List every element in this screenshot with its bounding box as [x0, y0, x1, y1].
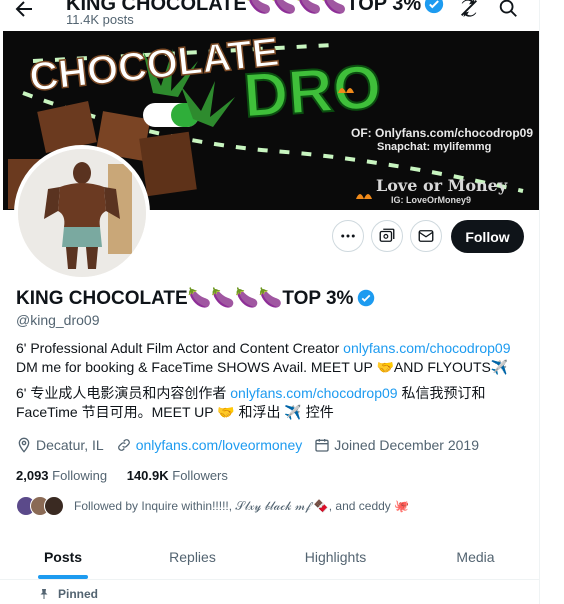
- website-item: onlyfans.com/loveormoney: [116, 437, 303, 453]
- bio-line-2: DM me for booking & FaceTime SHOWS Avail…: [16, 359, 509, 375]
- profile-tabs: Posts Replies Highlights Media: [0, 535, 539, 580]
- avatar[interactable]: [14, 145, 150, 281]
- top-bar: KING CHOCOLATE🍆🍆🍆🍆TOP 3% 11.4K posts: [0, 0, 539, 31]
- pin-icon: [40, 589, 48, 599]
- subscribe-button[interactable]: [371, 220, 403, 252]
- bio-line-4: FaceTime 节目可用。MEET UP 🤝 和浮出 ✈️ 控件: [16, 404, 334, 420]
- tab-media[interactable]: Media: [412, 535, 539, 579]
- followers-link[interactable]: 140.9K Followers: [127, 468, 228, 483]
- followed-by[interactable]: Followed by Inquire within!!!!!, 𝒮𝓁𝓍𝓎 𝒷𝓁…: [16, 496, 409, 516]
- profile-stats: 2,093 Following 140.9K Followers: [16, 468, 228, 483]
- follow-button[interactable]: Follow: [451, 220, 524, 253]
- calendar-icon: [315, 439, 329, 452]
- message-button[interactable]: [410, 220, 442, 252]
- location-item: Decatur, IL: [16, 437, 104, 453]
- more-icon: [341, 234, 355, 238]
- tab-posts[interactable]: Posts: [0, 535, 126, 579]
- banner-headline-right: DRO: [241, 53, 383, 131]
- location-icon: [18, 437, 30, 453]
- banner-snapchat-text: Snapchat: mylifemmg: [377, 141, 492, 153]
- verified-icon[interactable]: [357, 289, 375, 307]
- search-icon[interactable]: [497, 0, 519, 19]
- profile-name: KING CHOCOLATE🍆🍆🍆🍆TOP 3%: [16, 286, 375, 310]
- followers-count: 140.9K: [126, 468, 169, 483]
- bio-line-3-text: 6' 专业成人电影演员和内容创作者: [16, 385, 231, 401]
- pinned-label: Pinned: [38, 587, 98, 601]
- bio-onlyfans-link[interactable]: onlyfans.com/chocodrop09: [343, 340, 510, 356]
- tab-highlights[interactable]: Highlights: [259, 535, 412, 579]
- banner-ig-text: IG: LoveOrMoney9: [391, 195, 472, 205]
- following-count: 2,093: [16, 468, 49, 483]
- bio-line-1-text: 6' Professional Adult Film Actor and Con…: [16, 340, 344, 356]
- message-icon: [418, 230, 434, 242]
- following-label: Following: [52, 468, 108, 483]
- followers-label: Followers: [172, 468, 228, 483]
- more-button[interactable]: [332, 220, 364, 252]
- subscribe-icon: [379, 228, 395, 242]
- profile-handle: @king_dro09: [16, 312, 100, 328]
- bio-line-1: 6' Professional Adult Film Actor and Con…: [16, 340, 511, 356]
- banner-love-text: Love or Money: [376, 176, 508, 195]
- profile-column: KING CHOCOLATE🍆🍆🍆🍆TOP 3% 11.4K posts CHO…: [0, 0, 540, 604]
- pinned-text: Pinned: [58, 587, 99, 601]
- bio-onlyfans-link-2[interactable]: onlyfans.com/chocodrop09: [230, 385, 397, 401]
- website-link[interactable]: onlyfans.com/loveormoney: [136, 437, 303, 453]
- follower-avatar: [44, 496, 64, 516]
- link-icon: [117, 439, 130, 451]
- no-notification-icon[interactable]: [458, 0, 480, 19]
- joined-text: Joined December 2019: [334, 437, 479, 453]
- following-link[interactable]: 2,093 Following: [16, 468, 107, 483]
- post-count: 11.4K posts: [66, 12, 134, 27]
- verified-icon: [425, 0, 444, 13]
- profile-meta: Decatur, IL onlyfans.com/loveormoney Joi…: [16, 437, 491, 453]
- profile-name-text: KING CHOCOLATE🍆🍆🍆🍆TOP 3%: [16, 288, 354, 309]
- bio-line-3-tail: 私信我预订和: [397, 385, 486, 401]
- banner-onlyfans-text: OF: Onlyfans.com/chocodrop09: [351, 126, 534, 140]
- bio-line-3: 6' 专业成人电影演员和内容创作者 onlyfans.com/chocodrop…: [16, 383, 485, 403]
- back-arrow-icon[interactable]: [12, 0, 36, 21]
- location-text: Decatur, IL: [36, 437, 104, 453]
- active-tab-indicator: [38, 575, 88, 579]
- tab-replies[interactable]: Replies: [126, 535, 259, 579]
- joined-item: Joined December 2019: [314, 437, 479, 453]
- avatar-photo: [18, 149, 146, 277]
- followed-by-text: Followed by Inquire within!!!!!, 𝒮𝓁𝓍𝓎 𝒷𝓁…: [74, 498, 410, 513]
